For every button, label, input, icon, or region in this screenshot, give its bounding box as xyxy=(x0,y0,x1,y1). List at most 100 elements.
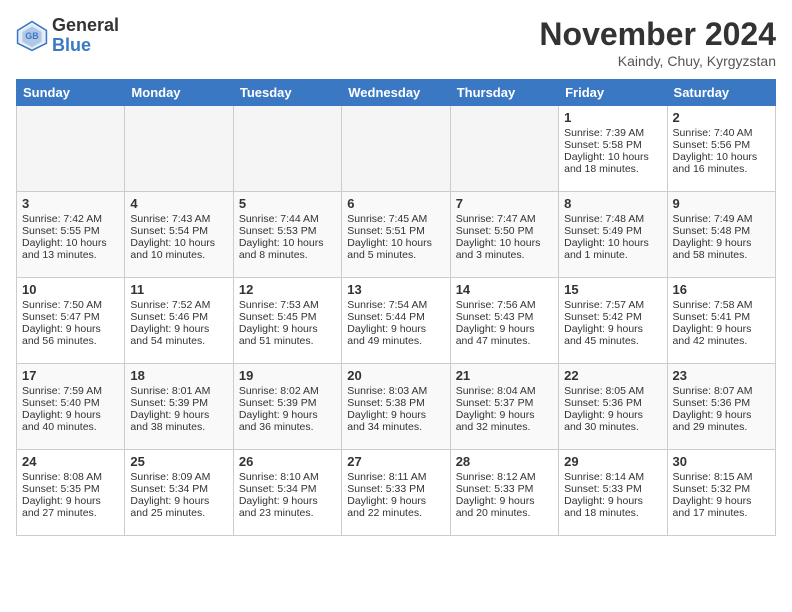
day-number: 1 xyxy=(564,110,661,125)
calendar-cell: 25Sunrise: 8:09 AMSunset: 5:34 PMDayligh… xyxy=(125,450,233,536)
day-info: and 32 minutes. xyxy=(456,421,553,433)
calendar-week-row: 10 Sunrise: 7:50 AMSunset: 5:47 PMDayligh… xyxy=(17,278,776,364)
day-info: Sunset: 5:34 PM xyxy=(239,483,336,495)
day-info: Sunrise: 7:47 AM xyxy=(456,213,553,225)
day-info: and 16 minutes. xyxy=(673,163,770,175)
calendar-header-row: SundayMondayTuesdayWednesdayThursdayFrid… xyxy=(17,80,776,106)
day-info: Sunset: 5:39 PM xyxy=(239,397,336,409)
calendar-cell: 19Sunrise: 8:02 AMSunset: 5:39 PMDayligh… xyxy=(233,364,341,450)
day-info: Sunrise: 7:54 AM xyxy=(347,299,444,311)
calendar-cell: 13Sunrise: 7:54 AMSunset: 5:44 PMDayligh… xyxy=(342,278,450,364)
day-info: Sunset: 5:50 PM xyxy=(456,225,553,237)
day-info: Sunrise: 7:52 AM xyxy=(130,299,227,311)
day-info: Sunset: 5:38 PM xyxy=(347,397,444,409)
day-info: and 29 minutes. xyxy=(673,421,770,433)
calendar-cell xyxy=(17,106,125,192)
day-number: 8 xyxy=(564,196,661,211)
logo-icon: GB xyxy=(16,20,48,52)
day-info: and 36 minutes. xyxy=(239,421,336,433)
calendar-cell: 14Sunrise: 7:56 AMSunset: 5:43 PMDayligh… xyxy=(450,278,558,364)
day-info: Daylight: 9 hours xyxy=(673,409,770,421)
day-info: Sunset: 5:33 PM xyxy=(564,483,661,495)
day-info: and 45 minutes. xyxy=(564,335,661,347)
day-info: Sunrise: 7:43 AM xyxy=(130,213,227,225)
day-info: and 47 minutes. xyxy=(456,335,553,347)
header-sunday: Sunday xyxy=(17,80,125,106)
day-info: Sunrise: 7:42 AM xyxy=(22,213,119,225)
header-thursday: Thursday xyxy=(450,80,558,106)
day-info: and 1 minute. xyxy=(564,249,661,261)
day-info: Sunset: 5:47 PM xyxy=(22,311,119,323)
title-block: November 2024 Kaindy, Chuy, Kyrgyzstan xyxy=(539,16,776,69)
calendar-cell: 17Sunrise: 7:59 AMSunset: 5:40 PMDayligh… xyxy=(17,364,125,450)
calendar-cell: 28Sunrise: 8:12 AMSunset: 5:33 PMDayligh… xyxy=(450,450,558,536)
calendar-cell: 29Sunrise: 8:14 AMSunset: 5:33 PMDayligh… xyxy=(559,450,667,536)
day-info: Sunset: 5:43 PM xyxy=(456,311,553,323)
day-number: 24 xyxy=(22,454,119,469)
day-info: and 27 minutes. xyxy=(22,507,119,519)
day-number: 17 xyxy=(22,368,119,383)
day-number: 30 xyxy=(673,454,770,469)
day-info: and 42 minutes. xyxy=(673,335,770,347)
header-wednesday: Wednesday xyxy=(342,80,450,106)
day-number: 22 xyxy=(564,368,661,383)
calendar-cell: 1Sunrise: 7:39 AMSunset: 5:58 PMDaylight… xyxy=(559,106,667,192)
day-info: Sunset: 5:37 PM xyxy=(456,397,553,409)
day-info: Sunset: 5:54 PM xyxy=(130,225,227,237)
day-info: Sunset: 5:33 PM xyxy=(456,483,553,495)
day-info: and 13 minutes. xyxy=(22,249,119,261)
logo: GB General Blue xyxy=(16,16,119,56)
day-info: Sunrise: 8:10 AM xyxy=(239,471,336,483)
day-info: Daylight: 9 hours xyxy=(22,323,119,335)
logo-line1: General xyxy=(52,16,119,36)
day-info: Daylight: 10 hours xyxy=(22,237,119,249)
calendar-cell: 6Sunrise: 7:45 AMSunset: 5:51 PMDaylight… xyxy=(342,192,450,278)
day-info: Daylight: 9 hours xyxy=(347,409,444,421)
day-info: Daylight: 9 hours xyxy=(673,237,770,249)
page-header: GB General Blue November 2024 Kaindy, Ch… xyxy=(16,16,776,69)
calendar-cell: 15Sunrise: 7:57 AMSunset: 5:42 PMDayligh… xyxy=(559,278,667,364)
day-info: Daylight: 9 hours xyxy=(456,409,553,421)
day-info: Sunrise: 8:01 AM xyxy=(130,385,227,397)
day-number: 27 xyxy=(347,454,444,469)
day-info: and 58 minutes. xyxy=(673,249,770,261)
day-number: 2 xyxy=(673,110,770,125)
day-info: Sunrise: 7:48 AM xyxy=(564,213,661,225)
day-info: Sunrise: 8:12 AM xyxy=(456,471,553,483)
day-info: Daylight: 10 hours xyxy=(564,237,661,249)
day-info: Sunset: 5:51 PM xyxy=(347,225,444,237)
day-info: Sunrise: 8:07 AM xyxy=(673,385,770,397)
calendar-week-row: 1Sunrise: 7:39 AMSunset: 5:58 PMDaylight… xyxy=(17,106,776,192)
day-number: 25 xyxy=(130,454,227,469)
day-info: and 38 minutes. xyxy=(130,421,227,433)
day-number: 10 xyxy=(22,282,119,297)
calendar-cell: 7Sunrise: 7:47 AMSunset: 5:50 PMDaylight… xyxy=(450,192,558,278)
day-number: 6 xyxy=(347,196,444,211)
day-info: Sunrise: 7:50 AM xyxy=(22,299,119,311)
day-info: and 49 minutes. xyxy=(347,335,444,347)
day-info: Daylight: 10 hours xyxy=(239,237,336,249)
day-number: 4 xyxy=(130,196,227,211)
calendar-cell: 8 Sunrise: 7:48 AMSunset: 5:49 PMDaylight… xyxy=(559,192,667,278)
day-number: 16 xyxy=(673,282,770,297)
day-info: Sunset: 5:40 PM xyxy=(22,397,119,409)
day-info: Daylight: 9 hours xyxy=(673,495,770,507)
calendar-cell: 26Sunrise: 8:10 AMSunset: 5:34 PMDayligh… xyxy=(233,450,341,536)
day-info: Sunset: 5:39 PM xyxy=(130,397,227,409)
calendar-cell: 30Sunrise: 8:15 AMSunset: 5:32 PMDayligh… xyxy=(667,450,775,536)
day-number: 3 xyxy=(22,196,119,211)
calendar-cell: 20Sunrise: 8:03 AMSunset: 5:38 PMDayligh… xyxy=(342,364,450,450)
calendar-cell: 4Sunrise: 7:43 AMSunset: 5:54 PMDaylight… xyxy=(125,192,233,278)
day-info: Daylight: 10 hours xyxy=(673,151,770,163)
day-info: Sunset: 5:34 PM xyxy=(130,483,227,495)
day-number: 20 xyxy=(347,368,444,383)
day-info: Daylight: 9 hours xyxy=(239,495,336,507)
calendar-cell: 9Sunrise: 7:49 AMSunset: 5:48 PMDaylight… xyxy=(667,192,775,278)
day-info: and 8 minutes. xyxy=(239,249,336,261)
day-info: Sunset: 5:49 PM xyxy=(564,225,661,237)
location: Kaindy, Chuy, Kyrgyzstan xyxy=(539,53,776,69)
calendar-cell: 23Sunrise: 8:07 AMSunset: 5:36 PMDayligh… xyxy=(667,364,775,450)
day-info: Sunset: 5:36 PM xyxy=(564,397,661,409)
day-info: Sunrise: 7:57 AM xyxy=(564,299,661,311)
day-info: Sunrise: 8:11 AM xyxy=(347,471,444,483)
